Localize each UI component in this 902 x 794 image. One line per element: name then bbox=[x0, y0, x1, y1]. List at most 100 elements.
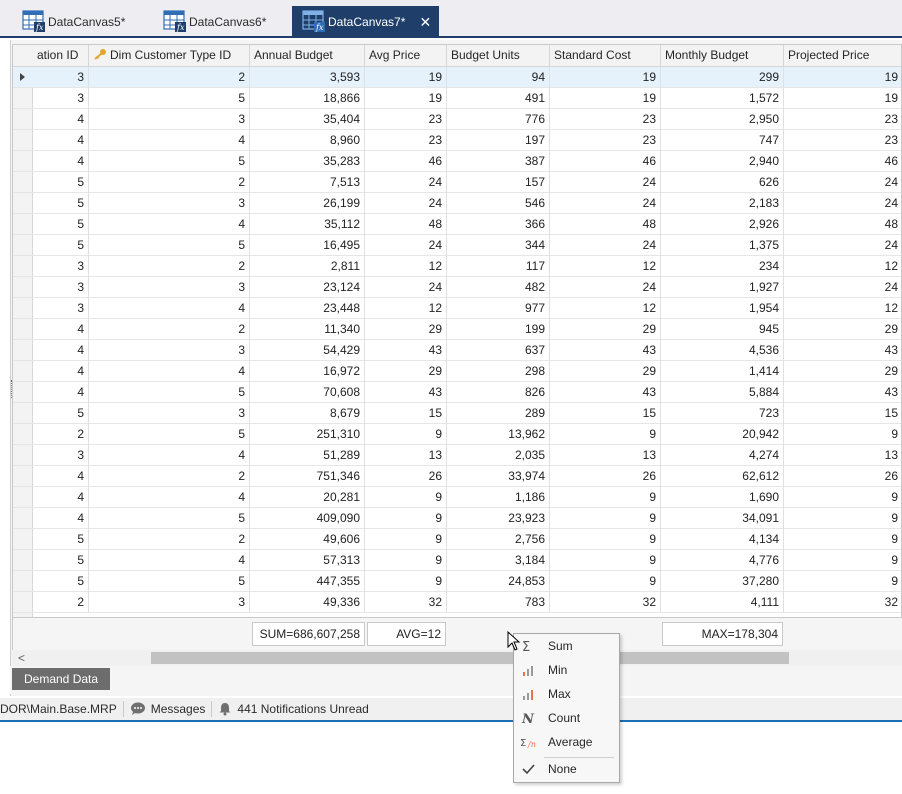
table-row[interactable]: 5 4 35,112 48 366 48 2,926 48 bbox=[13, 214, 901, 235]
table-cell[interactable]: 2,035 bbox=[447, 445, 550, 466]
table-cell[interactable]: 2,940 bbox=[661, 151, 784, 172]
table-cell[interactable]: 9 bbox=[550, 571, 661, 592]
table-cell[interactable]: 24,853 bbox=[447, 571, 550, 592]
table-cell[interactable]: 289 bbox=[447, 403, 550, 424]
table-cell[interactable]: 5,884 bbox=[661, 382, 784, 403]
table-cell[interactable]: 5 bbox=[89, 151, 250, 172]
horizontal-scrollbar[interactable]: < bbox=[12, 650, 902, 666]
table-cell[interactable]: 9 bbox=[784, 571, 901, 592]
table-cell[interactable]: 43 bbox=[550, 382, 661, 403]
table-cell[interactable]: 491 bbox=[447, 88, 550, 109]
table-cell[interactable]: 23,923 bbox=[447, 508, 550, 529]
table-cell[interactable]: 5 bbox=[89, 235, 250, 256]
table-cell[interactable]: 51,289 bbox=[250, 445, 365, 466]
table-cell[interactable]: 23 bbox=[784, 109, 901, 130]
table-cell[interactable]: 5 bbox=[33, 403, 89, 424]
table-cell[interactable]: 24 bbox=[784, 235, 901, 256]
table-cell[interactable]: 9 bbox=[550, 424, 661, 445]
table-cell[interactable]: 3 bbox=[33, 88, 89, 109]
table-cell[interactable]: 12 bbox=[550, 256, 661, 277]
table-cell[interactable]: 12 bbox=[365, 256, 447, 277]
table-cell[interactable]: 32 bbox=[365, 592, 447, 613]
table-cell[interactable]: 1,186 bbox=[447, 487, 550, 508]
table-cell[interactable]: 48 bbox=[550, 214, 661, 235]
table-cell[interactable]: 94 bbox=[447, 67, 550, 88]
table-cell[interactable]: 4 bbox=[33, 109, 89, 130]
table-cell[interactable]: 35,283 bbox=[250, 151, 365, 172]
table-cell[interactable]: 2 bbox=[89, 466, 250, 487]
monthly-budget-max[interactable]: MAX=178,304 bbox=[662, 622, 783, 646]
table-cell[interactable]: 9 bbox=[365, 529, 447, 550]
table-cell[interactable]: 37,280 bbox=[661, 571, 784, 592]
table-cell[interactable]: 4 bbox=[89, 130, 250, 151]
table-cell[interactable]: 9 bbox=[365, 508, 447, 529]
table-cell[interactable]: 57,313 bbox=[250, 550, 365, 571]
table-cell[interactable]: 9 bbox=[550, 550, 661, 571]
table-cell[interactable]: 2 bbox=[33, 592, 89, 613]
table-cell[interactable]: 4 bbox=[33, 466, 89, 487]
column-header[interactable]: Monthly Budget bbox=[661, 45, 784, 67]
table-cell[interactable]: 9 bbox=[365, 487, 447, 508]
table-cell[interactable]: 4 bbox=[89, 487, 250, 508]
table-cell[interactable]: 48 bbox=[784, 214, 901, 235]
table-cell[interactable]: 4 bbox=[89, 361, 250, 382]
table-cell[interactable]: 344 bbox=[447, 235, 550, 256]
table-cell[interactable]: 199 bbox=[447, 319, 550, 340]
table-cell[interactable]: 4 bbox=[33, 508, 89, 529]
table-cell[interactable]: 9 bbox=[365, 424, 447, 445]
table-cell[interactable]: 4 bbox=[33, 487, 89, 508]
table-cell[interactable]: 1,690 bbox=[661, 487, 784, 508]
menu-item-count[interactable]: N Count bbox=[514, 706, 619, 730]
table-cell[interactable]: 70,608 bbox=[250, 382, 365, 403]
table-row[interactable]: 5 2 49,606 9 2,756 9 4,134 9 bbox=[13, 529, 901, 550]
table-cell[interactable]: 23 bbox=[365, 130, 447, 151]
table-cell[interactable]: 157 bbox=[447, 172, 550, 193]
table-cell[interactable]: 4 bbox=[89, 298, 250, 319]
table-cell[interactable]: 46 bbox=[784, 151, 901, 172]
table-cell[interactable]: 826 bbox=[447, 382, 550, 403]
table-cell[interactable]: 4,111 bbox=[661, 592, 784, 613]
column-header[interactable]: Budget Units bbox=[447, 45, 550, 67]
table-cell[interactable]: 3 bbox=[89, 340, 250, 361]
table-cell[interactable]: 26,199 bbox=[250, 193, 365, 214]
table-cell[interactable]: 19 bbox=[784, 88, 901, 109]
table-cell[interactable]: 945 bbox=[661, 319, 784, 340]
column-header[interactable]: Standard Cost bbox=[550, 45, 661, 67]
table-cell[interactable]: 24 bbox=[550, 277, 661, 298]
table-cell[interactable]: 9 bbox=[365, 571, 447, 592]
table-row[interactable]: 4 4 20,281 9 1,186 9 1,690 9 bbox=[13, 487, 901, 508]
table-cell[interactable]: 23 bbox=[365, 109, 447, 130]
table-cell[interactable]: 977 bbox=[447, 298, 550, 319]
table-cell[interactable]: 5 bbox=[89, 508, 250, 529]
table-cell[interactable]: 251,310 bbox=[250, 424, 365, 445]
table-cell[interactable]: 4,536 bbox=[661, 340, 784, 361]
table-cell[interactable]: 4 bbox=[33, 319, 89, 340]
table-cell[interactable]: 3 bbox=[89, 403, 250, 424]
menu-item-sum[interactable]: Σ Sum bbox=[514, 634, 619, 658]
table-cell[interactable]: 18,866 bbox=[250, 88, 365, 109]
table-cell[interactable]: 5 bbox=[33, 214, 89, 235]
table-cell[interactable]: 35,404 bbox=[250, 109, 365, 130]
table-cell[interactable]: 7,513 bbox=[250, 172, 365, 193]
table-cell[interactable]: 1,954 bbox=[661, 298, 784, 319]
table-cell[interactable]: 15 bbox=[365, 403, 447, 424]
table-cell[interactable]: 49,606 bbox=[250, 529, 365, 550]
table-cell[interactable]: 29 bbox=[550, 319, 661, 340]
table-cell[interactable]: 3 bbox=[89, 193, 250, 214]
table-row[interactable]: 5 5 447,355 9 24,853 9 37,280 9 bbox=[13, 571, 901, 592]
table-cell[interactable]: 3 bbox=[33, 277, 89, 298]
table-cell[interactable]: 3,184 bbox=[447, 550, 550, 571]
table-cell[interactable]: 3 bbox=[33, 67, 89, 88]
table-cell[interactable]: 2,183 bbox=[661, 193, 784, 214]
table-row[interactable]: 3 5 18,866 19 491 19 1,572 19 bbox=[13, 88, 901, 109]
table-cell[interactable]: 387 bbox=[447, 151, 550, 172]
table-cell[interactable]: 29 bbox=[784, 361, 901, 382]
notifications-button[interactable]: 441 Notifications Unread bbox=[212, 697, 374, 721]
table-cell[interactable]: 723 bbox=[661, 403, 784, 424]
table-cell[interactable]: 12 bbox=[784, 298, 901, 319]
table-cell[interactable]: 5 bbox=[89, 424, 250, 445]
table-cell[interactable]: 9 bbox=[784, 487, 901, 508]
table-cell[interactable]: 19 bbox=[550, 88, 661, 109]
close-tab-icon[interactable]: ✕ bbox=[419, 14, 432, 31]
table-cell[interactable]: 1,572 bbox=[661, 88, 784, 109]
